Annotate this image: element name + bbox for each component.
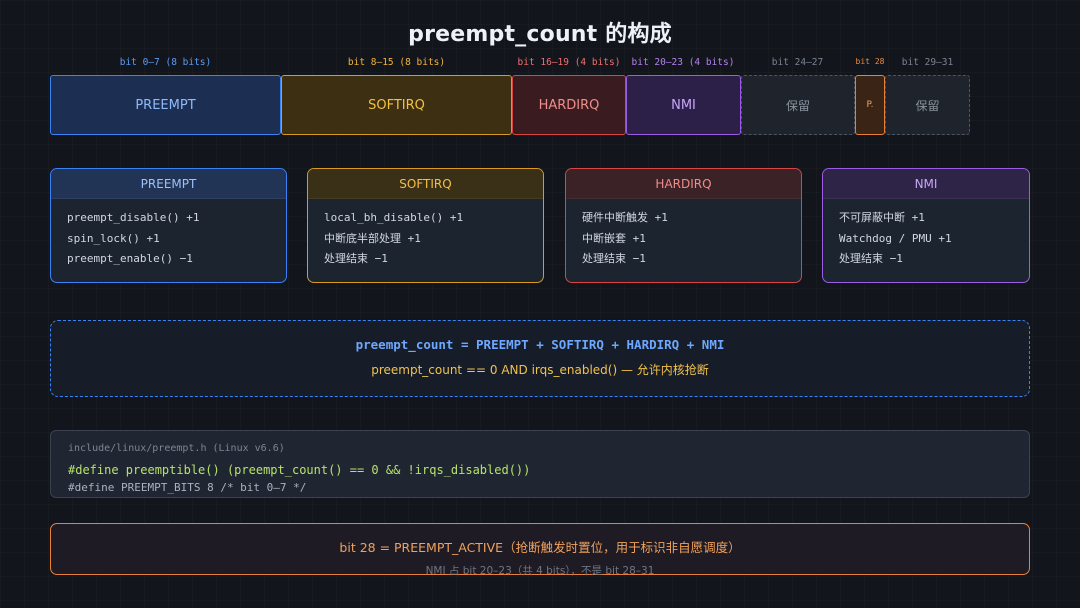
card-line: 中断嵌套 +1 [582,231,646,245]
note-preempt-active: bit 28 = PREEMPT_ACTIVE（抢断触发时置位，用于标识非自愿调… [339,540,741,555]
card-softirq: SOFTIRQ local_bh_disable() +1 中断底半部处理 +1… [307,168,544,283]
card-title: NMI [823,169,1029,199]
segment-hardirq: HARDIRQ [512,75,626,135]
card-line: 处理结束 −1 [582,252,646,265]
formula-condition: preempt_count == 0 AND irqs_enabled() — … [371,363,709,377]
segment-reserved-29-31: 保留 [885,75,970,135]
page-title: preempt_count 的构成 [408,22,672,47]
card-line: 硬件中断触发 +1 [582,211,668,224]
card-nmi: NMI 不可屏蔽中断 +1 Watchdog / PMU +1 处理结束 −1 [822,168,1030,283]
code-file-path: include/linux/preempt.h (Linux v6.6) [68,443,285,454]
card-preempt: PREEMPT preempt_disable() +1 spin_lock()… [50,168,287,283]
code-block: include/linux/preempt.h (Linux v6.6) #de… [50,430,1030,498]
note-box: bit 28 = PREEMPT_ACTIVE（抢断触发时置位，用于标识非自愿调… [50,523,1030,577]
bit-label-hardirq: bit 16–19 (4 bits) [517,57,621,68]
bit-label-preempt: bit 0–7 (8 bits) [119,57,212,68]
segment-softirq: SOFTIRQ [281,75,512,135]
card-line: 不可屏蔽中断 +1 [839,211,925,224]
segment-nmi: NMI [626,75,741,135]
card-line: 处理结束 −1 [839,252,903,265]
bit-label-bit28: bit 28 [855,57,885,66]
bit-label-nmi: bit 20–23 (4 bits) [631,57,735,68]
bit-label-softirq: bit 8–15 (8 bits) [347,57,446,68]
card-title: SOFTIRQ [308,169,543,199]
segment-reserved-24-27: 保留 [741,75,855,135]
segment-preempt-active: P. [855,75,885,135]
card-title: PREEMPT [51,169,286,199]
card-line: preempt_enable() −1 [67,252,193,265]
bit-label-reserved-24-27: bit 24–27 [771,57,824,68]
card-line: local_bh_disable() +1 [324,211,464,224]
code-line-preempt-bits: #define PREEMPT_BITS 8 /* bit 0–7 */ [68,481,307,494]
card-line: spin_lock() +1 [67,231,160,245]
card-line: Watchdog / PMU +1 [839,231,952,245]
card-line: 中断底半部处理 +1 [324,231,421,245]
segment-preempt: PREEMPT [50,75,281,135]
note-nmi-bits: NMI 占 bit 20–23（共 4 bits），不是 bit 28–31 [425,565,655,577]
card-title: HARDIRQ [566,169,801,199]
card-line: 处理结束 −1 [324,252,388,265]
bit-label-reserved-29-31: bit 29–31 [901,57,954,68]
formula-box: preempt_count = PREEMPT + SOFTIRQ + HARD… [50,320,1030,397]
card-line: preempt_disable() +1 [67,211,200,224]
formula-expression: preempt_count = PREEMPT + SOFTIRQ + HARD… [355,337,725,352]
card-hardirq: HARDIRQ 硬件中断触发 +1 中断嵌套 +1 处理结束 −1 [565,168,802,283]
code-line-preemptible: #define preemptible() (preempt_count() =… [68,463,531,477]
